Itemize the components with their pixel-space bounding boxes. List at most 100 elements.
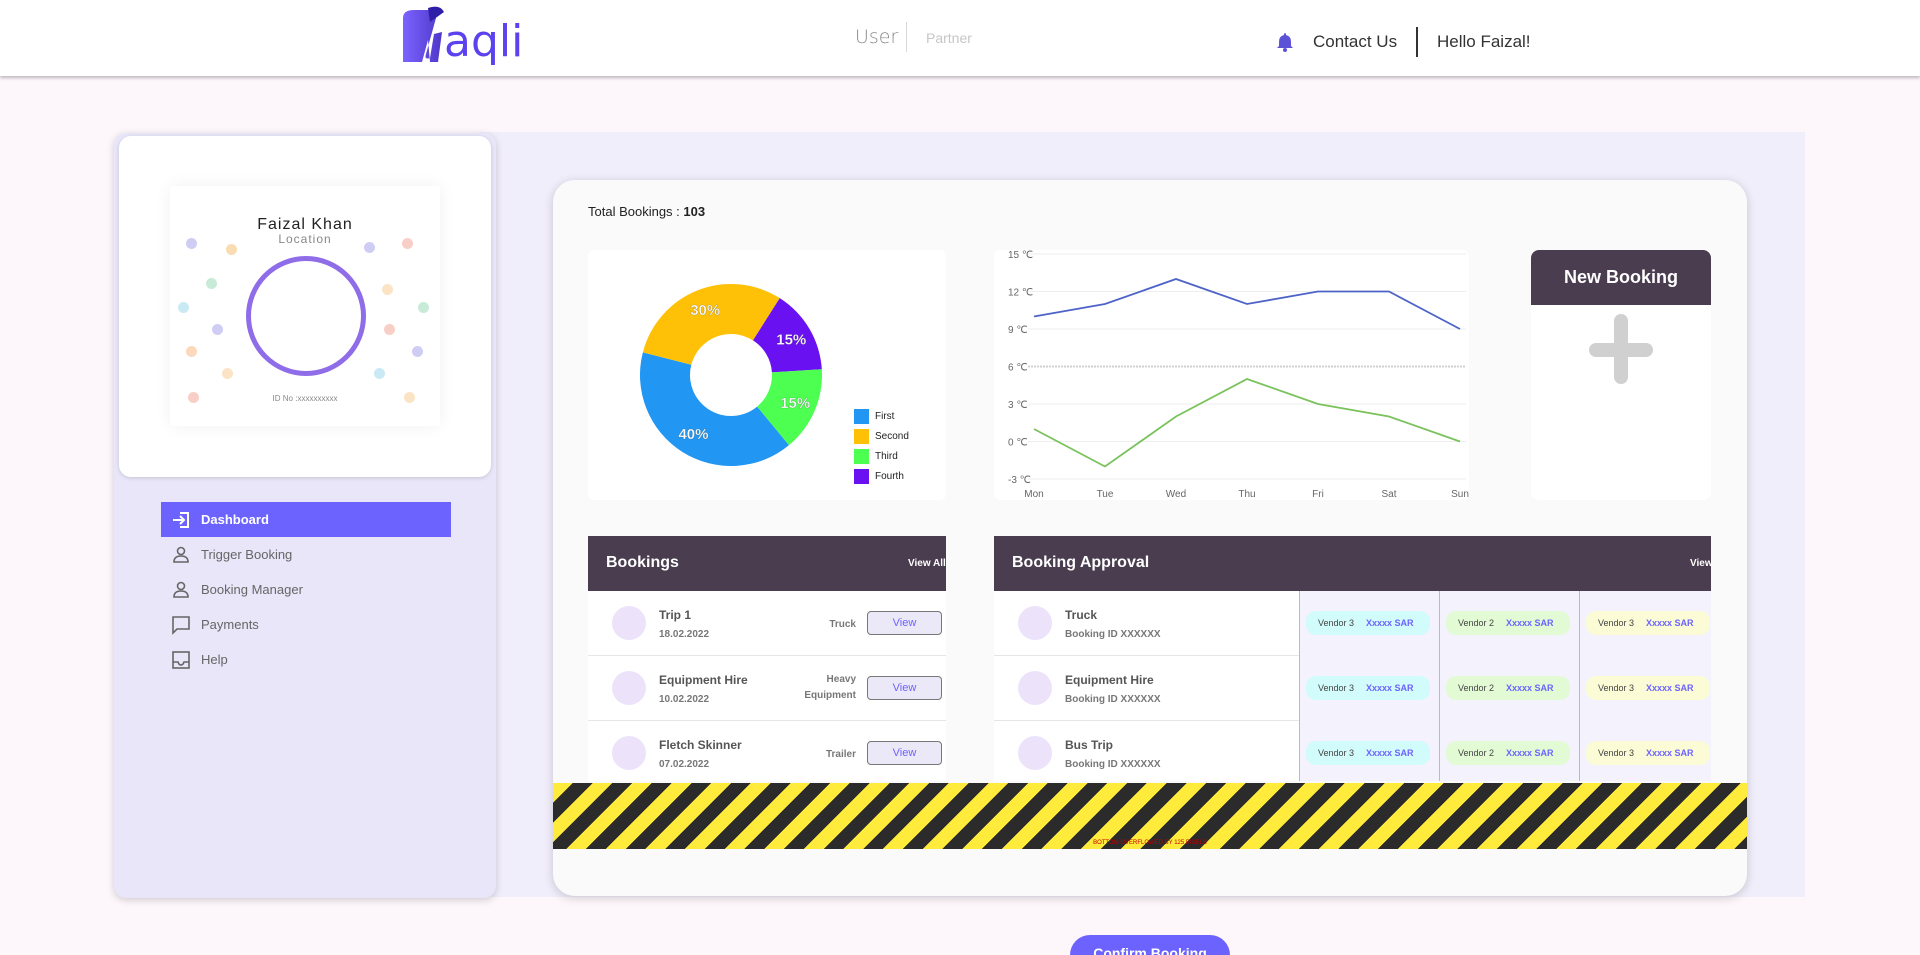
y-tick-label: 6 ℃ — [1008, 363, 1028, 374]
line-chart-card: 15 ℃ 12 ℃ 9 ℃ 6 ℃ 3 ℃ 0 ℃ -3 ℃ Mon Tue Wed Thu Fri S… — [994, 250, 1469, 500]
confirm-booking-button[interactable]: Confirm Booking — [1070, 935, 1230, 955]
person-icon — [169, 544, 193, 566]
avatar — [612, 736, 646, 770]
vendor-amount: Xxxxx SAR — [1646, 618, 1694, 628]
sidebar-item-booking-manager[interactable]: Booking Manager — [161, 572, 451, 607]
sidebar-item-trigger-booking[interactable]: Trigger Booking — [161, 537, 451, 572]
approval-view-link[interactable]: View — [1690, 558, 1713, 569]
approval-name: Equipment Hire — [1065, 673, 1154, 687]
sidebar-item-label: Dashboard — [201, 512, 269, 527]
vendor-column: Vendor 3 Xxxxx SAR Vendor 3 Xxxxx SAR Vend… — [1299, 591, 1439, 781]
view-all-link[interactable]: View All — [908, 558, 946, 569]
pie-slice-label: 30% — [690, 302, 720, 319]
list-item[interactable]: Equipment Hire Booking ID XXXXXX — [994, 656, 1299, 721]
y-tick-label: 3 ℃ — [1008, 400, 1028, 411]
decor-dot — [206, 278, 217, 289]
x-tick-label: Thu — [1238, 489, 1255, 500]
vendor-chip[interactable]: Vendor 2 Xxxxx SAR — [1446, 611, 1570, 635]
decor-dot — [412, 346, 423, 357]
view-button[interactable]: View — [867, 741, 942, 765]
legend-item: Third — [854, 446, 909, 466]
booking-type: Heavy Equipment — [804, 674, 856, 701]
sidebar-menu: Dashboard Trigger Booking Booking Manage… — [161, 502, 451, 677]
legend-item: First — [854, 406, 909, 426]
vendor-chip[interactable]: Vendor 3 Xxxxx SAR — [1586, 611, 1710, 635]
vendor-amount: Xxxxx SAR — [1366, 683, 1414, 693]
legend-label: First — [875, 410, 895, 422]
sidebar-item-label: Payments — [201, 617, 259, 632]
x-tick-label: Wed — [1166, 489, 1186, 500]
avatar — [612, 671, 646, 705]
sidebar-item-dashboard[interactable]: Dashboard — [161, 502, 451, 537]
legend-item: Fourth — [854, 466, 909, 486]
booking-date: 07.02.2022 — [659, 759, 710, 770]
sidebar-item-label: Booking Manager — [201, 582, 303, 597]
nav-user-tab[interactable]: User — [855, 26, 898, 48]
y-tick-label: 9 ℃ — [1008, 325, 1028, 336]
vendor-amount: Xxxxx SAR — [1366, 748, 1414, 758]
approval-name: Bus Trip — [1065, 738, 1114, 752]
vendor-label: Vendor 2 — [1458, 748, 1495, 758]
pie-slice-label: 15% — [776, 331, 806, 348]
approval-name: Truck — [1065, 608, 1098, 622]
profile-id: ID No :xxxxxxxxxx — [272, 394, 338, 403]
naqli-logo[interactable]: aqli — [400, 4, 540, 70]
booking-type: Truck — [829, 619, 856, 630]
plus-icon[interactable] — [1589, 314, 1653, 384]
x-tick-label: Mon — [1024, 489, 1043, 500]
vendor-amount: Xxxxx SAR — [1366, 618, 1414, 628]
view-button[interactable]: View — [867, 611, 942, 635]
approval-booking-id: Booking ID XXXXXX — [1065, 694, 1161, 705]
decor-dot — [178, 302, 189, 313]
pie-slice-label: 40% — [678, 426, 708, 443]
vendor-chip[interactable]: Vendor 3 Xxxxx SAR — [1586, 741, 1710, 765]
legend-label: Third — [875, 450, 898, 462]
y-tick-label: 0 ℃ — [1008, 438, 1028, 449]
approval-title: Booking Approval — [1012, 554, 1150, 571]
vendor-amount: Xxxxx SAR — [1646, 683, 1694, 693]
vendor-amount: Xxxxx SAR — [1506, 683, 1554, 693]
x-tick-label: Sat — [1381, 489, 1396, 500]
person-icon — [169, 579, 193, 601]
sidebar-item-help[interactable]: Help — [161, 642, 451, 677]
y-tick-label: 15 ℃ — [1008, 250, 1033, 261]
booking-type: Trailer — [825, 749, 856, 760]
vendor-chip[interactable]: Vendor 3 Xxxxx SAR — [1306, 676, 1430, 700]
pie-slice-label: 15% — [780, 395, 810, 412]
x-tick-label: Sun — [1451, 489, 1469, 500]
decor-dot — [418, 302, 429, 313]
list-item[interactable]: Bus Trip Booking ID XXXXXX — [994, 721, 1299, 786]
legend-label: Fourth — [875, 470, 904, 482]
list-item[interactable]: Equipment Hire 10.02.2022 Heavy Equipmen… — [588, 656, 946, 721]
vendor-chip[interactable]: Vendor 2 Xxxxx SAR — [1446, 676, 1570, 700]
vendor-chip[interactable]: Vendor 2 Xxxxx SAR — [1446, 741, 1570, 765]
overflow-warning-text: BOTTOM OVERFLOWED BY 125 PIXELS — [1093, 840, 1207, 846]
line-chart: 15 ℃ 12 ℃ 9 ℃ 6 ℃ 3 ℃ 0 ℃ -3 ℃ Mon Tue Wed Thu Fri S… — [1008, 250, 1469, 500]
list-item[interactable]: Truck Booking ID XXXXXX — [994, 591, 1299, 656]
pie-slice-second — [642, 284, 780, 365]
booking-name: Fletch Skinner — [659, 738, 742, 752]
series-line-2 — [1033, 378, 1461, 468]
new-booking-card[interactable]: New Booking — [1531, 250, 1711, 500]
list-item[interactable]: Fletch Skinner 07.02.2022 Trailer View — [588, 721, 946, 786]
total-bookings: Total Bookings : 103 — [588, 204, 705, 219]
approval-list: Truck Booking ID XXXXXX Equipment Hire B… — [994, 591, 1711, 786]
x-tick-label: Tue — [1097, 489, 1114, 500]
nav-partner-tab[interactable]: Partner — [926, 30, 972, 46]
profile-inner-card: Faizal Khan Location ID No :xxxxxxxxxx — [170, 186, 440, 426]
vendor-chip[interactable]: Vendor 3 Xxxxx SAR — [1306, 611, 1430, 635]
vendor-chip[interactable]: Vendor 3 Xxxxx SAR — [1586, 676, 1710, 700]
profile-avatar[interactable] — [246, 256, 366, 376]
avatar — [1018, 671, 1052, 705]
list-item[interactable]: Trip 1 18.02.2022 Truck View — [588, 591, 946, 656]
sidebar-item-label: Help — [201, 652, 228, 667]
x-tick-label: Fri — [1312, 489, 1324, 500]
decor-dot — [374, 368, 385, 379]
bell-icon[interactable] — [1276, 32, 1294, 52]
contact-us-link[interactable]: Contact Us — [1313, 32, 1397, 52]
view-button[interactable]: View — [867, 676, 942, 700]
booking-date: 10.02.2022 — [659, 694, 710, 705]
sidebar-item-payments[interactable]: Payments — [161, 607, 451, 642]
vendor-chip[interactable]: Vendor 3 Xxxxx SAR — [1306, 741, 1430, 765]
svg-text:aqli: aqli — [444, 16, 523, 67]
